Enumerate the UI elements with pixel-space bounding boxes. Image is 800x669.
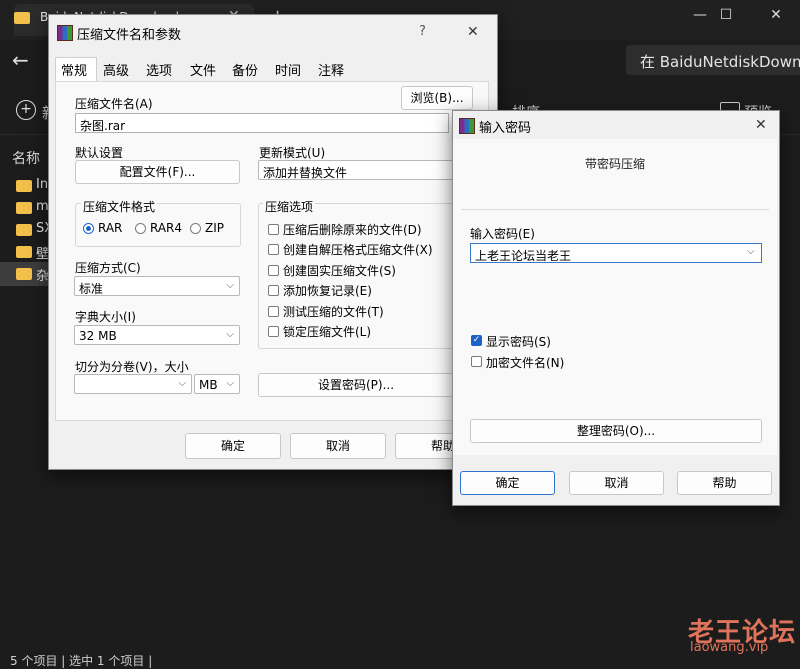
status-bar: 5 个项目 | 选中 1 个项目 | (10, 654, 153, 668)
help-icon[interactable]: ? (419, 24, 426, 39)
radio-rar4-label[interactable]: RAR4 (150, 221, 182, 235)
tab-time[interactable]: 时间 (275, 60, 301, 79)
option-solid-label[interactable]: 创建固实压缩文件(S) (283, 262, 396, 279)
method-value: 标准 (79, 282, 104, 296)
chevron-down-icon: ⌵ (226, 329, 234, 340)
checkbox-sfx[interactable] (268, 244, 279, 255)
archive-dialog: 压缩文件名和参数 ? ✕ 常规 高级 选项 文件 备份 时间 注释 压缩文件名(… (48, 14, 498, 470)
list-item-label: m (36, 199, 49, 214)
search-input[interactable]: 在 BaiduNetdiskDownloa (640, 51, 800, 72)
radio-rar4[interactable] (135, 223, 146, 234)
radio-rar[interactable] (83, 223, 94, 234)
option-delete-after-label[interactable]: 压缩后删除原来的文件(D) (283, 221, 422, 238)
maximize-icon[interactable]: ☐ (706, 0, 746, 30)
update-mode-value: 添加并替换文件 (263, 166, 348, 180)
dict-value: 32 MB (79, 329, 117, 343)
winrar-icon (57, 25, 73, 41)
method-label: 压缩方式(C) (75, 261, 141, 275)
radio-rar-label[interactable]: RAR (98, 221, 122, 235)
cancel-button[interactable]: 取消 (290, 433, 386, 459)
dialog-title: 输入密码 (479, 121, 532, 136)
divider (461, 209, 769, 210)
archive-name-input[interactable]: 杂图.rar (75, 113, 449, 133)
close-icon[interactable]: ✕ (467, 24, 479, 40)
list-item[interactable]: SX (0, 218, 53, 242)
checkbox-solid[interactable] (268, 265, 279, 276)
show-password-label[interactable]: 显示密码(S) (486, 333, 551, 350)
checkbox-lock[interactable] (268, 326, 279, 337)
chevron-down-icon: ⌵ (178, 378, 186, 389)
watermark-url: laowang.vip (690, 640, 769, 655)
password-heading: 带密码压缩 (584, 157, 645, 171)
split-label: 切分为分卷(V)，大小 (75, 360, 189, 374)
column-header-name[interactable]: 名称 (12, 148, 40, 168)
profiles-button[interactable]: 配置文件(F)... (75, 160, 240, 184)
split-unit-select[interactable]: MB ⌵ (194, 374, 240, 394)
back-arrow-icon[interactable]: ← (12, 48, 29, 72)
checkbox-delete-after[interactable] (268, 224, 279, 235)
tab-backup[interactable]: 备份 (232, 60, 258, 79)
tab-files[interactable]: 文件 (190, 60, 216, 79)
cancel-button[interactable]: 取消 (569, 471, 664, 495)
option-sfx-label[interactable]: 创建自解压格式压缩文件(X) (283, 241, 433, 258)
help-button[interactable]: 帮助 (677, 471, 772, 495)
chevron-down-icon: ⌵ (226, 378, 234, 389)
password-input[interactable]: 上老王论坛当老王 (470, 243, 762, 263)
checkbox-show-password[interactable]: ✓ (471, 335, 482, 346)
checkbox-recovery[interactable] (268, 285, 279, 296)
list-item[interactable]: In (0, 174, 48, 198)
folder-icon (16, 180, 32, 192)
archive-name-label: 压缩文件名(A) (75, 97, 153, 111)
chevron-down-icon[interactable]: ⌵ (747, 246, 755, 257)
dialog-title: 压缩文件名和参数 (77, 28, 182, 43)
folder-icon (14, 12, 30, 24)
close-icon[interactable]: ✕ (755, 117, 767, 133)
format-group-label: 压缩文件格式 (81, 198, 158, 215)
radio-zip[interactable] (190, 223, 201, 234)
update-mode-select[interactable]: 添加并替换文件 (258, 160, 453, 180)
ok-button[interactable]: 确定 (460, 471, 555, 495)
checkbox-test[interactable] (268, 306, 279, 317)
tab-advanced[interactable]: 高级 (103, 60, 129, 79)
password-value: 上老王论坛当老王 (475, 249, 572, 263)
split-size-input[interactable]: ⌵ (74, 374, 192, 394)
radio-zip-label[interactable]: ZIP (205, 221, 224, 235)
password-label: 输入密码(E) (470, 227, 535, 241)
list-item-label: In (36, 177, 49, 192)
dict-label: 字典大小(I) (75, 310, 136, 324)
organize-passwords-button[interactable]: 整理密码(O)... (470, 419, 762, 443)
browse-button[interactable]: 浏览(B)... (401, 86, 473, 110)
ok-button[interactable]: 确定 (185, 433, 281, 459)
folder-icon (16, 224, 32, 236)
checkbox-encrypt-names[interactable] (471, 356, 482, 367)
winrar-icon (459, 118, 475, 134)
option-lock-label[interactable]: 锁定压缩文件(L) (283, 323, 371, 340)
encrypt-names-label[interactable]: 加密文件名(N) (486, 354, 564, 371)
options-group-label: 压缩选项 (263, 198, 316, 215)
list-item[interactable]: 壁 (0, 240, 49, 264)
tab-comment[interactable]: 注释 (318, 60, 344, 79)
tab-general[interactable]: 常规 (61, 60, 87, 79)
method-select[interactable]: 标准 ⌵ (74, 276, 240, 296)
chevron-down-icon: ⌵ (226, 280, 234, 291)
folder-icon (16, 202, 32, 214)
close-window-icon[interactable]: ✕ (756, 0, 796, 30)
option-test-label[interactable]: 测试压缩的文件(T) (283, 303, 384, 320)
dict-select[interactable]: 32 MB ⌵ (74, 325, 240, 345)
update-mode-label: 更新模式(U) (259, 146, 326, 160)
list-item-selected[interactable]: 杂 (0, 262, 49, 286)
default-settings-label: 默认设置 (75, 146, 124, 160)
set-password-button[interactable]: 设置密码(P)... (258, 373, 454, 397)
new-item-icon[interactable]: + (16, 100, 36, 120)
folder-icon (16, 246, 32, 258)
password-dialog: 输入密码 ✕ 带密码压缩 输入密码(E) 上老王论坛当老王 ⌵ ✓ 显示密码(S… (452, 110, 780, 506)
list-item[interactable]: m (0, 196, 49, 220)
tab-options[interactable]: 选项 (146, 60, 172, 79)
split-unit-value: MB (199, 378, 218, 392)
dialog-body (453, 139, 777, 455)
folder-icon (16, 268, 32, 280)
option-recovery-label[interactable]: 添加恢复记录(E) (283, 282, 372, 299)
